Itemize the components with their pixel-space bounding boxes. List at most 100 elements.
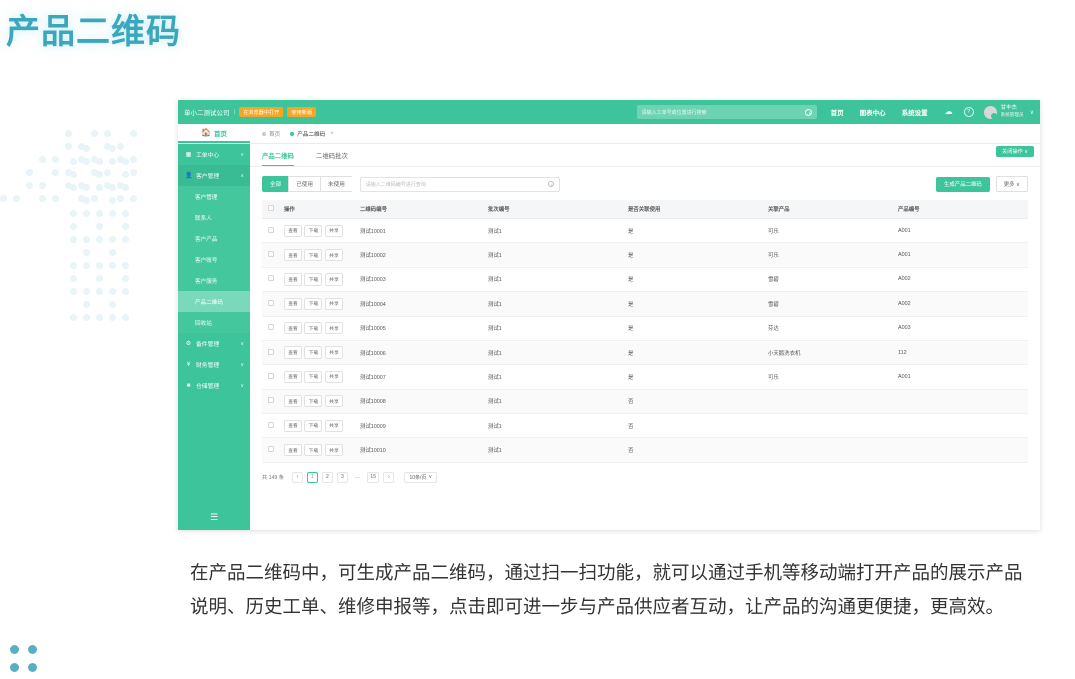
table-row[interactable]: 查看 下载 共享 测试10009 测试1 否 <box>262 413 1028 439</box>
row-checkbox-cell[interactable] <box>262 413 284 439</box>
table-row[interactable]: 查看 下载 共享 测试10008 测试1 否 <box>262 389 1028 415</box>
row-action-0[interactable]: 查看 <box>284 248 302 262</box>
row-action-2[interactable]: 共享 <box>324 248 343 262</box>
checkbox-icon[interactable] <box>268 226 274 233</box>
sidebar-item-recycle-bin[interactable]: 回收站 <box>178 312 250 333</box>
row-checkbox-cell[interactable] <box>262 364 284 390</box>
row-action-2[interactable]: 共享 <box>324 224 343 237</box>
page-button-3[interactable]: 3 <box>336 471 348 483</box>
breadcrumb-item-home[interactable]: 首页 <box>262 130 280 138</box>
row-action-2[interactable]: 共享 <box>324 297 343 310</box>
row-operations-cell[interactable]: 查看 下载 共享 <box>284 242 360 268</box>
row-checkbox-cell[interactable] <box>262 242 284 268</box>
sidebar-item-customer-accounts[interactable]: 客户账号 <box>178 249 250 270</box>
row-action-1[interactable]: 下载 <box>304 419 323 432</box>
page-prev-button[interactable]: ‹ <box>291 471 303 483</box>
row-action-1[interactable]: 下载 <box>304 322 323 335</box>
avatar[interactable] <box>983 105 997 119</box>
help-icon[interactable]: ? <box>963 107 974 117</box>
menu-icon[interactable]: ☰ <box>178 504 250 530</box>
row-action-1[interactable]: 下载 <box>304 443 323 457</box>
home-tab[interactable]: 🏠 首页 <box>178 124 250 143</box>
global-search-input[interactable]: 请输入工单号或位置进行搜索 <box>636 105 817 119</box>
table-row[interactable]: 查看 下载 共享 测试10002 测试1 是可乐 A001 <box>262 242 1028 268</box>
sidebar-item-finance[interactable]: ¥ 财务管理 ∨ <box>178 354 250 375</box>
table-row[interactable]: 查看 下载 共享 测试10007 测试1 是可乐 A001 <box>262 364 1028 390</box>
sidebar-item-product-qr-code[interactable]: 产品二维码 <box>178 291 250 312</box>
row-action-1[interactable]: 下载 <box>304 248 323 262</box>
row-action-2[interactable]: 共享 <box>324 395 343 408</box>
badge-open-in-browser[interactable]: 在浏览器中打开 <box>239 107 284 117</box>
table-row[interactable]: 查看 下载 共享 测试10010 测试1 否 <box>262 437 1028 463</box>
sidebar-item-warehouse[interactable]: ■ 仓储管理 ∨ <box>178 375 250 396</box>
row-action-1[interactable]: 下载 <box>304 395 323 408</box>
sidebar-item-customer-management[interactable]: 👤 客户管理 ∧ <box>178 165 250 186</box>
row-operations-cell[interactable]: 查看 下载 共享 <box>284 340 360 366</box>
page-size-select[interactable]: 10条/页 ∨ <box>404 471 438 483</box>
row-operations-cell[interactable]: 查看 下载 共享 <box>284 267 360 293</box>
badge-use-new-version[interactable]: 使用新版 <box>287 107 317 117</box>
table-row[interactable]: 查看 下载 共享 测试10006 测试1 是小天鹅洗衣机 112 <box>262 340 1028 366</box>
row-checkbox-cell[interactable] <box>262 389 284 415</box>
row-operations-cell[interactable]: 查看 下载 共享 <box>284 364 360 390</box>
row-checkbox-cell[interactable] <box>262 437 284 463</box>
tab-qr-batch[interactable]: 二维码批次 <box>316 151 348 166</box>
sidebar-item-contacts[interactable]: 联系人 <box>178 207 250 228</box>
row-checkbox-cell[interactable] <box>262 340 284 366</box>
row-action-0[interactable]: 查看 <box>284 419 302 432</box>
row-operations-cell[interactable]: 查看 下载 共享 <box>284 389 360 415</box>
row-operations-cell[interactable]: 查看 下载 共享 <box>284 316 360 341</box>
sidebar-item-customer-service[interactable]: 客户服务 <box>178 270 250 291</box>
filter-all[interactable]: 全部 <box>262 176 289 192</box>
nav-chart-center[interactable]: 图表中心 <box>860 107 886 117</box>
row-action-0[interactable]: 查看 <box>284 297 302 310</box>
more-button[interactable]: 更多 ∨ <box>995 176 1028 192</box>
close-icon[interactable]: × <box>330 131 334 137</box>
checkbox-icon[interactable] <box>268 397 274 404</box>
user-info[interactable]: 甘丰杰 系统管理员 <box>1001 105 1024 120</box>
sidebar-item-customer-manage[interactable]: 客户管理 <box>178 186 250 207</box>
checkbox-icon[interactable] <box>268 446 274 453</box>
qr-search-input[interactable]: 请输入二维码编号进行查询 <box>359 176 560 192</box>
row-action-2[interactable]: 共享 <box>324 419 343 432</box>
row-action-0[interactable]: 查看 <box>284 273 302 286</box>
row-action-0[interactable]: 查看 <box>284 443 302 457</box>
close-operations-button[interactable]: 关闭操作 ∨ <box>996 146 1034 157</box>
nav-home[interactable]: 首页 <box>831 107 844 117</box>
checkbox-icon[interactable] <box>268 251 274 258</box>
nav-system-settings[interactable]: 系统设置 <box>902 107 928 117</box>
row-action-0[interactable]: 查看 <box>284 322 302 335</box>
row-action-2[interactable]: 共享 <box>324 370 343 384</box>
row-action-1[interactable]: 下载 <box>304 346 323 359</box>
row-action-2[interactable]: 共享 <box>324 346 343 359</box>
row-checkbox-cell[interactable] <box>262 291 284 317</box>
filter-used[interactable]: 已使用 <box>288 176 320 192</box>
tab-product-qr-code[interactable]: 产品二维码 <box>262 151 294 166</box>
row-action-2[interactable]: 共享 <box>324 443 343 457</box>
row-operations-cell[interactable]: 查看 下载 共享 <box>284 413 360 439</box>
row-operations-cell[interactable]: 查看 下载 共享 <box>284 218 360 244</box>
table-row[interactable]: 查看 下载 共享 测试10005 测试1 是芬达 A003 <box>262 316 1028 341</box>
sidebar-item-work-order-center[interactable]: ▦ 工单中心 ∨ <box>178 144 250 165</box>
row-action-0[interactable]: 查看 <box>284 346 302 359</box>
checkbox-icon[interactable] <box>268 299 274 306</box>
sidebar-item-customer-products[interactable]: 客户产品 <box>178 228 250 249</box>
chevron-down-icon[interactable]: ∨ <box>1030 109 1034 116</box>
row-action-1[interactable]: 下载 <box>304 224 323 237</box>
page-button-2[interactable]: 2 <box>321 471 333 483</box>
row-checkbox-cell[interactable] <box>262 316 284 341</box>
row-operations-cell[interactable]: 查看 下载 共享 <box>284 437 360 463</box>
checkbox-icon[interactable] <box>268 324 274 331</box>
row-action-0[interactable]: 查看 <box>284 224 302 237</box>
row-action-2[interactable]: 共享 <box>324 322 343 335</box>
row-action-1[interactable]: 下载 <box>304 370 323 384</box>
col-select-all[interactable] <box>262 200 284 219</box>
filter-unused[interactable]: 未使用 <box>320 176 352 192</box>
checkbox-icon[interactable] <box>268 205 274 211</box>
row-checkbox-cell[interactable] <box>262 267 284 293</box>
row-checkbox-cell[interactable] <box>262 218 284 244</box>
page-button-1[interactable]: 1 <box>306 471 318 483</box>
checkbox-icon[interactable] <box>268 421 274 428</box>
row-action-0[interactable]: 查看 <box>284 395 302 408</box>
row-action-2[interactable]: 共享 <box>324 273 343 286</box>
